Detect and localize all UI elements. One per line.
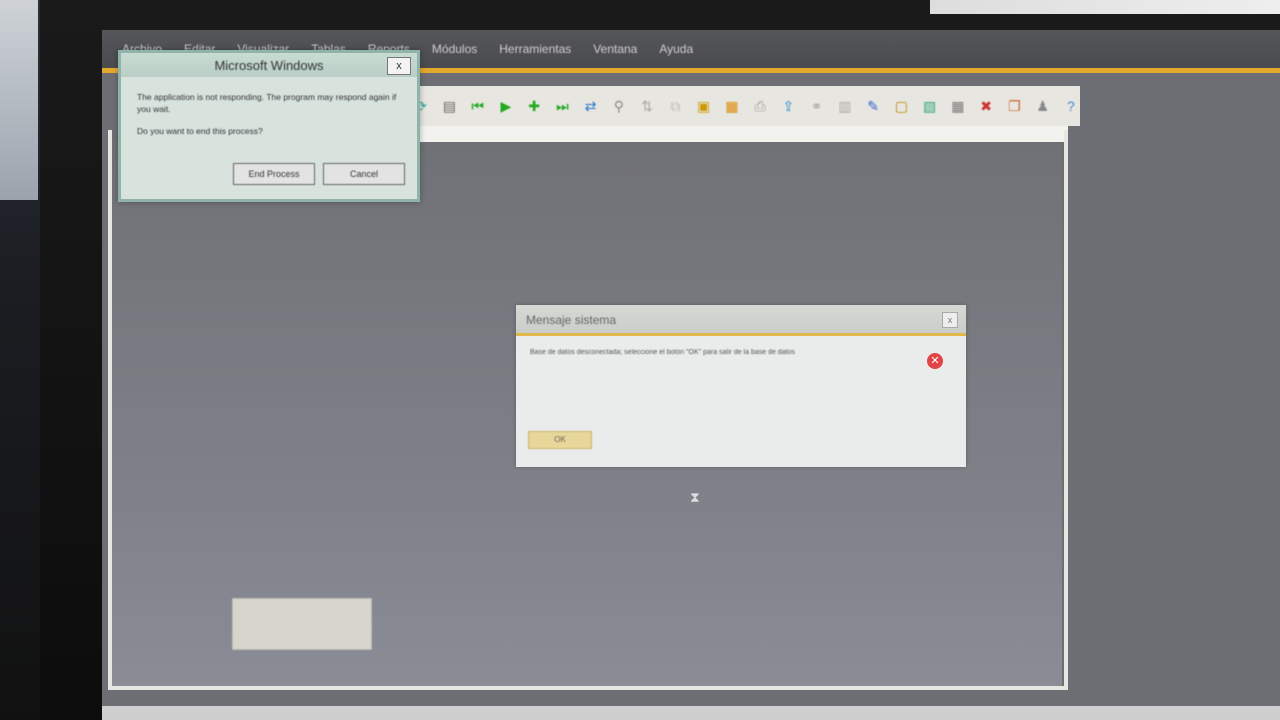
- user-icon[interactable]: ♟: [1034, 96, 1052, 116]
- dialog-buttons: End Process Cancel: [233, 163, 405, 185]
- first-record-icon[interactable]: ⏮: [469, 96, 487, 116]
- export-icon[interactable]: ⇪: [779, 96, 797, 116]
- system-message-dialog: Mensaje sistema x Base de datos desconec…: [516, 305, 966, 467]
- background-strip: [930, 0, 1280, 14]
- filter-icon[interactable]: ⚲: [610, 96, 628, 116]
- tooltip-panel: [232, 598, 372, 650]
- ok-button[interactable]: OK: [528, 431, 592, 449]
- close-button[interactable]: x: [387, 57, 411, 75]
- window-icon[interactable]: ❐: [1005, 96, 1023, 116]
- last-record-icon[interactable]: ⏭: [553, 96, 571, 116]
- status-bar: [102, 706, 1280, 720]
- system-dialog-titlebar: Mensaje sistema x: [516, 305, 966, 336]
- next-icon[interactable]: ▶: [497, 96, 515, 116]
- menu-item[interactable]: Ventana: [593, 42, 637, 56]
- not-responding-dialog: Microsoft Windows x The application is n…: [118, 50, 420, 202]
- attach-icon[interactable]: ⚭: [808, 96, 826, 116]
- dialog-message: The application is not responding. The p…: [137, 92, 397, 114]
- help-icon[interactable]: ?: [1062, 96, 1080, 116]
- edit-icon[interactable]: ✎: [864, 96, 882, 116]
- system-dialog-close-button[interactable]: x: [942, 312, 958, 328]
- chart-icon[interactable]: ▥: [836, 96, 854, 116]
- dialog-question: Do you want to end this process?: [137, 126, 263, 136]
- print-icon[interactable]: ⎙: [751, 96, 769, 116]
- report-icon[interactable]: ▦: [723, 96, 741, 116]
- copy-icon[interactable]: ⧉: [666, 96, 684, 116]
- system-dialog-title: Mensaje sistema: [526, 313, 617, 327]
- dialog-title: Microsoft Windows: [214, 58, 324, 73]
- busy-cursor-icon: ⧗: [690, 489, 700, 505]
- delete-icon[interactable]: ✖: [977, 96, 995, 116]
- add-icon[interactable]: ✚: [525, 96, 543, 116]
- system-dialog-message: Base de datos desconectada; seleccione e…: [530, 349, 795, 356]
- error-icon: ✕: [927, 353, 943, 369]
- sort-icon[interactable]: ⇅: [638, 96, 656, 116]
- document-icon[interactable]: ▤: [440, 96, 458, 116]
- menu-item[interactable]: Módulos: [432, 42, 477, 56]
- template-icon[interactable]: ▧: [921, 96, 939, 116]
- table-icon[interactable]: ▦: [949, 96, 967, 116]
- menu-item[interactable]: Herramientas: [499, 42, 571, 56]
- toolbar: ⟳ ▤ ⏮ ▶ ✚ ⏭ ⇄ ⚲ ⇅ ⧉ ▣ ▦ ⎙ ⇪ ⚭ ▥ ✎ ▢ ▧ ▦ ✖ ❐ ♟?: [402, 86, 1080, 126]
- file-icon[interactable]: ▢: [892, 96, 910, 116]
- dialog-body: The application is not responding. The p…: [121, 77, 417, 137]
- end-process-button[interactable]: End Process: [233, 163, 315, 185]
- menu-item[interactable]: Ayuda: [659, 42, 693, 56]
- wall-calendar: [0, 0, 38, 200]
- sync-icon[interactable]: ⇄: [582, 96, 600, 116]
- dialog-titlebar: Microsoft Windows x: [121, 53, 417, 77]
- paste-icon[interactable]: ▣: [695, 96, 713, 116]
- cancel-button[interactable]: Cancel: [323, 163, 405, 185]
